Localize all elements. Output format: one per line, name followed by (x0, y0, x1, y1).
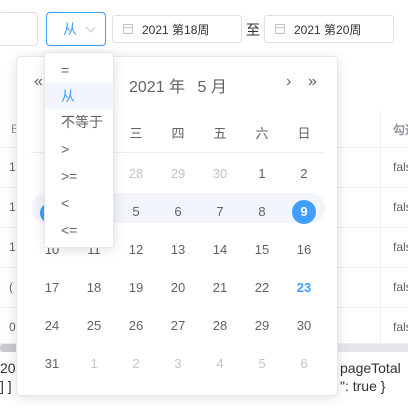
output-text: ] ] (0, 378, 12, 394)
operator-select-value: 从 (63, 21, 77, 37)
picker-title: 2021 年 5 月 (129, 73, 235, 97)
range-separator: 至 (246, 22, 260, 38)
calendar-day[interactable]: 13 (157, 235, 199, 265)
calendar-day[interactable]: 1 (73, 349, 115, 379)
operator-option[interactable]: 不等于 (45, 109, 113, 135)
operator-option[interactable]: <= (45, 217, 113, 243)
calendar-day[interactable]: 2 (115, 349, 157, 379)
calendar-day[interactable]: 28 (199, 311, 241, 341)
next-year-button[interactable]: » (308, 73, 317, 91)
calendar-day[interactable]: 9 (283, 197, 325, 227)
calendar-day[interactable]: 20 (157, 273, 199, 303)
table-cell: fals (380, 268, 408, 308)
weekday-label: 六 (255, 126, 269, 141)
calendar-day[interactable]: 22 (241, 273, 283, 303)
calendar-day[interactable]: 8 (241, 197, 283, 227)
calendar-day[interactable]: 15 (241, 235, 283, 265)
table-cell: 1 (9, 240, 16, 254)
calendar-day[interactable]: 12 (115, 235, 157, 265)
calendar-day[interactable]: 16 (283, 235, 325, 265)
week-end-value: 2021 第20周 (294, 22, 362, 37)
calendar-day[interactable]: 2 (283, 159, 325, 189)
table-cell: fals (380, 228, 408, 268)
weekday-label: 五 (213, 126, 227, 141)
calendar-day[interactable]: 5 (115, 197, 157, 227)
table-cell: 0 (9, 320, 16, 334)
operator-option[interactable]: < (45, 190, 113, 216)
calendar-day[interactable]: 1 (241, 159, 283, 189)
calendar-day[interactable]: 14 (199, 235, 241, 265)
calendar-day[interactable]: 28 (115, 159, 157, 189)
next-month-button[interactable]: › (286, 73, 291, 91)
calendar-day[interactable]: 24 (31, 311, 73, 341)
calendar-day[interactable]: 26 (115, 311, 157, 341)
calendar-day[interactable]: 31 (31, 349, 73, 379)
week-start-value: 2021 第18周 (142, 22, 210, 37)
operator-option[interactable]: > (45, 136, 113, 162)
calendar-day[interactable]: 3 (157, 349, 199, 379)
calendar-day[interactable]: 29 (157, 159, 199, 189)
calendar-day[interactable]: 18 (73, 273, 115, 303)
calendar-day[interactable]: 30 (199, 159, 241, 189)
operator-option-selected[interactable]: 从 (45, 83, 113, 109)
calendar-day-selected: 9 (292, 200, 316, 224)
weekday-label: 四 (171, 126, 185, 141)
calendar-day[interactable]: 6 (157, 197, 199, 227)
calendar-day[interactable]: 21 (199, 273, 241, 303)
table-cell: fals (380, 308, 408, 344)
table-cell: fals (380, 148, 408, 188)
calendar-day[interactable]: 30 (283, 311, 325, 341)
calendar-icon (275, 24, 285, 34)
prev-year-button[interactable]: « (34, 73, 43, 91)
week-start-input[interactable]: 2021 第18周 (112, 15, 242, 43)
operator-select[interactable]: 从 (46, 12, 106, 46)
calendar-day[interactable]: 23 (283, 273, 325, 303)
operator-option[interactable]: >= (45, 163, 113, 189)
calendar-day[interactable]: 25 (73, 311, 115, 341)
calendar-day[interactable]: 27 (157, 311, 199, 341)
output-text: 20 (0, 360, 16, 376)
output-text: pageTotal (340, 360, 401, 376)
operator-dropdown-menu: = 从 不等于 > >= < <= (44, 52, 114, 248)
calendar-day[interactable]: 5 (241, 349, 283, 379)
table-cell: 1 (9, 200, 16, 214)
operator-option[interactable]: = (45, 57, 113, 83)
chevron-down-icon (85, 21, 96, 32)
year-label[interactable]: 2021 年 (129, 79, 185, 96)
table-header-cell: 勾选 (380, 110, 408, 148)
table-cell: ( (9, 280, 13, 294)
calendar-day[interactable]: 29 (241, 311, 283, 341)
calendar-day[interactable]: 7 (199, 197, 241, 227)
calendar-icon (123, 24, 133, 34)
weekday-label: 日 (297, 126, 311, 141)
week-end-input[interactable]: 2021 第20周 (264, 15, 394, 43)
table-cell: 1 (9, 160, 16, 174)
calendar-day[interactable]: 6 (283, 349, 325, 379)
month-label[interactable]: 5 月 (198, 79, 227, 96)
filter-field-input[interactable] (0, 12, 38, 46)
output-text: ": true } (340, 378, 386, 394)
calendar-day[interactable]: 19 (115, 273, 157, 303)
table-cell: fals (380, 188, 408, 228)
calendar-day[interactable]: 17 (31, 273, 73, 303)
weekday-label: 三 (129, 126, 143, 141)
calendar-day[interactable]: 4 (199, 349, 241, 379)
